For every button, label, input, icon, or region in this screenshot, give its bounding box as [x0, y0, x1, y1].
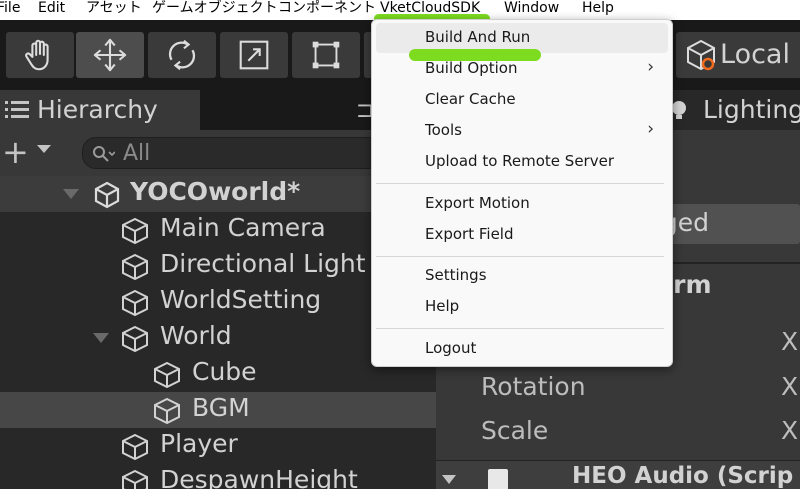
unity-logo-icon	[94, 181, 120, 209]
build-highlight-mark	[409, 49, 541, 61]
hierarchy-item-label: Player	[160, 429, 238, 458]
rotation-x-label: X	[781, 372, 799, 401]
gameobject-cube-icon	[122, 325, 148, 353]
menu-item-label: Build And Run	[425, 28, 531, 46]
menu-item-clear-cache[interactable]: Clear Cache	[376, 85, 668, 115]
scale-x-label: X	[781, 416, 799, 445]
rotate-icon	[168, 39, 196, 71]
hierarchy-item-player[interactable]: Player	[0, 428, 436, 464]
rect-icon	[312, 41, 340, 69]
gameobject-cube-icon	[122, 217, 148, 245]
fold-arrow-icon[interactable]	[93, 333, 109, 343]
hierarchy-item-label: World	[160, 321, 232, 350]
rotate-tool-button[interactable]	[148, 32, 216, 78]
hierarchy-item-despawnheight[interactable]: DespawnHeight	[0, 464, 436, 489]
menu-item-tools[interactable]: Tools ›	[376, 116, 668, 146]
menu-item-label: Export Field	[425, 225, 514, 243]
gameobject-cube-icon	[122, 253, 148, 281]
position-x-label: X	[781, 327, 799, 356]
search-input[interactable]	[123, 140, 363, 166]
menu-item-label: Upload to Remote Server	[425, 152, 614, 170]
script-icon	[488, 469, 508, 489]
audio-component-title: HEO Audio (Scrip	[572, 463, 794, 489]
menu-gameobject[interactable]: ゲームオブジェクト	[152, 0, 278, 20]
rotation-label: Rotation	[481, 372, 586, 401]
menu-item-logout[interactable]: Logout	[376, 334, 668, 364]
hand-tool-button[interactable]	[6, 32, 74, 78]
menu-item-label: Export Motion	[425, 194, 530, 212]
pivot-space-label: Local	[720, 39, 790, 70]
search-icon	[93, 146, 115, 162]
gameobject-cube-icon	[122, 469, 148, 489]
scene-name: YOCOworld*	[130, 177, 301, 206]
move-tool-button[interactable]	[76, 32, 144, 78]
vketcloudsdk-dropdown-menu: Build And Run Build Option › Clear Cache…	[371, 19, 673, 367]
move-icon	[93, 38, 127, 72]
menu-item-label: Help	[425, 297, 460, 315]
hierarchy-item-label: Main Camera	[160, 213, 326, 242]
chevron-right-icon: ›	[647, 57, 654, 77]
menu-separator	[376, 256, 664, 257]
hierarchy-item-label: DespawnHeight	[160, 465, 358, 489]
hierarchy-item-label: WorldSetting	[160, 285, 322, 314]
hierarchy-item-label: BGM	[192, 393, 250, 422]
chevron-right-icon: ›	[647, 119, 654, 139]
hierarchy-item-label: Cube	[192, 357, 257, 386]
add-object-button[interactable]: +	[2, 136, 29, 168]
menu-assets[interactable]: アセット	[86, 0, 142, 20]
gameobject-cube-icon	[122, 289, 148, 317]
menu-item-export-motion[interactable]: Export Motion	[376, 189, 668, 219]
gameobject-cube-icon	[122, 433, 148, 461]
hierarchy-tab-label: Hierarchy	[37, 95, 158, 124]
hierarchy-list-icon	[5, 101, 29, 118]
pivot-space-toggle[interactable]: Local	[676, 32, 800, 78]
menu-separator	[376, 328, 664, 329]
fold-arrow-icon[interactable]	[63, 189, 79, 199]
menu-item-label: Tools	[425, 121, 462, 139]
menu-window[interactable]: Window	[504, 0, 559, 20]
menu-item-settings[interactable]: Settings	[376, 261, 668, 291]
menu-separator	[376, 183, 664, 184]
tab-hierarchy[interactable]: Hierarchy	[0, 90, 200, 130]
gameobject-cube-icon	[154, 361, 180, 389]
menu-item-label: Settings	[425, 266, 487, 284]
gameobject-cube-icon	[154, 397, 180, 425]
rect-tool-button[interactable]	[292, 32, 360, 78]
scale-label: Scale	[481, 416, 549, 445]
scale-tool-button[interactable]	[220, 32, 288, 78]
menu-item-help[interactable]: Help	[376, 292, 668, 322]
local-cube-icon	[687, 39, 715, 71]
menu-help[interactable]: Help	[582, 0, 614, 20]
tab-lighting[interactable]: Lighting	[661, 90, 800, 130]
audio-component-header[interactable]: HEO Audio (Scrip	[436, 460, 800, 489]
menu-item-label: Clear Cache	[425, 90, 516, 108]
hand-icon	[25, 39, 49, 71]
chevron-down-icon[interactable]	[37, 145, 51, 153]
menu-item-export-field[interactable]: Export Field	[376, 220, 668, 250]
menu-file[interactable]: File	[0, 0, 20, 20]
hierarchy-item-bgm[interactable]: BGM	[0, 392, 436, 428]
menu-component[interactable]: コンポーネント	[278, 0, 376, 20]
menu-item-upload-remote[interactable]: Upload to Remote Server	[376, 147, 668, 177]
hierarchy-item-label: Directional Light	[160, 249, 366, 278]
fold-arrow-icon[interactable]	[442, 475, 456, 484]
hierarchy-search[interactable]	[82, 137, 382, 169]
scale-icon	[239, 40, 269, 70]
menu-item-label: Logout	[425, 339, 477, 357]
menu-item-label: Build Option	[425, 59, 518, 77]
menu-edit[interactable]: Edit	[38, 0, 65, 20]
lighting-tab-label: Lighting	[703, 95, 800, 124]
